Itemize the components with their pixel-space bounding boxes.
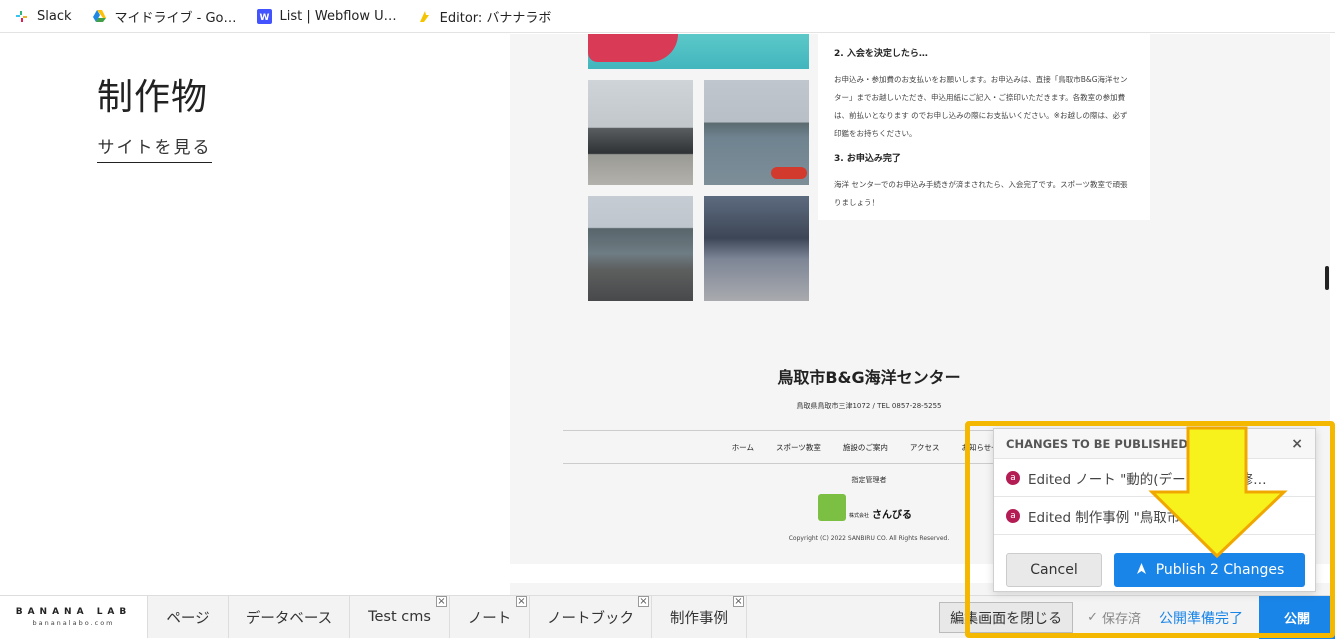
- page-title: 制作物: [97, 77, 209, 118]
- bookmark-slack[interactable]: Slack: [14, 9, 72, 24]
- close-icon[interactable]: ×: [436, 596, 447, 607]
- brand-name: BANANA LAB: [15, 607, 132, 617]
- close-icon[interactable]: ×: [638, 596, 649, 607]
- editor-toolbar: BANANA LAB bananalabo.com ページ データベース Tes…: [0, 595, 1335, 639]
- editor-icon: [417, 9, 432, 24]
- brand-logo[interactable]: BANANA LAB bananalabo.com: [0, 596, 148, 638]
- bookmark-label: マイドライブ - Go…: [114, 10, 237, 26]
- card-heading: 2. 入会を決定したら…: [834, 49, 928, 59]
- check-icon: ✓: [1087, 610, 1098, 625]
- tab-label: ページ: [166, 610, 210, 627]
- change-item: a Edited 制作事例 "鳥取市B…ー": [994, 497, 1315, 535]
- bookmarks-bar: Slack マイドライブ - Go… W List | Webflow U… E…: [0, 0, 1335, 33]
- photo-boathouse: [588, 80, 693, 185]
- svg-text:W: W: [259, 13, 269, 23]
- popover-actions: Cancel Publish 2 Changes: [1006, 553, 1305, 587]
- tab-pages[interactable]: ページ: [148, 596, 229, 638]
- change-item-label: Edited ノート "動的(データ…ジの修…: [1028, 471, 1267, 488]
- bookmark-editor[interactable]: Editor: バナナラボ: [417, 7, 552, 26]
- tab-label: データベース: [245, 610, 333, 627]
- footer-title: 鳥取市B&G海洋センター: [777, 368, 961, 387]
- bookmark-label: Slack: [37, 8, 72, 24]
- publish-ready-status[interactable]: 公開準備完了: [1159, 608, 1243, 628]
- tab-label: ノートブック: [547, 610, 634, 627]
- footer-nav-item[interactable]: スポーツ教室: [776, 442, 821, 453]
- footer-nav-item[interactable]: アクセス: [910, 442, 940, 453]
- tab-label: ノート: [467, 610, 512, 627]
- logo-text: さんびる: [872, 510, 913, 521]
- photo-lake-kayaks: [704, 80, 809, 185]
- logo-small-text: 株式会社: [849, 513, 870, 519]
- footer-nav-item[interactable]: ホーム: [732, 442, 754, 453]
- close-editor-button[interactable]: 編集画面を閉じる: [939, 602, 1074, 633]
- publish-changes-popover: CHANGES TO BE PUBLISHED: × a Edited ノート …: [993, 428, 1316, 592]
- close-icon[interactable]: ×: [516, 596, 527, 607]
- bookmark-label: Editor: バナナラボ: [439, 10, 552, 26]
- tab-label: Test cms: [368, 609, 431, 625]
- tab-database[interactable]: データベース: [229, 596, 350, 638]
- save-status-label: 保存済: [1101, 612, 1141, 627]
- publish-changes-button[interactable]: Publish 2 Changes: [1114, 553, 1305, 587]
- publish-icon: [1135, 562, 1148, 579]
- footer-address: 鳥取県鳥取市三津1072 / TEL 0857-28-5255: [796, 402, 942, 410]
- toolbar-actions: 編集画面を閉じる ✓ 保存済 公開準備完了 公開: [939, 596, 1335, 639]
- scrollbar-thumb[interactable]: [1325, 266, 1329, 290]
- card-text: 海洋 センターでのお申込み手続きが済まされたら、入会完了です。スポーツ教室で頑張…: [834, 180, 1128, 207]
- tab-note[interactable]: ノート ×: [450, 596, 530, 638]
- webflow-icon: W: [256, 8, 272, 24]
- tab-label: 制作事例: [670, 610, 728, 627]
- slack-icon: [14, 9, 29, 24]
- close-icon[interactable]: ×: [733, 596, 744, 607]
- photo-warehouse: [704, 196, 809, 301]
- tab-works[interactable]: 制作事例 ×: [652, 596, 747, 638]
- card-text: お申込み・参加費のお支払いをお願いします。お申込みは、直接「鳥取市B&G海洋セン…: [834, 75, 1128, 138]
- logo-mark-icon: [818, 494, 846, 521]
- sanbiru-logo: 株式会社 さんびる: [818, 494, 912, 521]
- avatar-badge-icon: a: [1006, 470, 1020, 485]
- photo-kayak: [588, 34, 809, 69]
- bookmark-google-drive[interactable]: マイドライブ - Go…: [92, 7, 237, 26]
- bookmark-label: List | Webflow U…: [279, 8, 397, 24]
- change-item: a Edited ノート "動的(データ…ジの修…: [994, 459, 1315, 497]
- popover-header: CHANGES TO BE PUBLISHED: ×: [994, 429, 1315, 459]
- publish-button[interactable]: 公開: [1259, 596, 1335, 639]
- change-item-label: Edited 制作事例 "鳥取市B…ー": [1028, 509, 1223, 526]
- photo-shore-children: [588, 196, 693, 301]
- avatar-badge-icon: a: [1006, 508, 1020, 523]
- view-site-link[interactable]: サイトを見る: [97, 133, 212, 163]
- tab-test-cms[interactable]: Test cms ×: [350, 596, 450, 638]
- tab-notebook[interactable]: ノートブック ×: [530, 596, 652, 638]
- card-heading: 3. お申込み完了: [834, 154, 901, 164]
- google-drive-icon: [92, 9, 107, 24]
- popover-title: CHANGES TO BE PUBLISHED:: [1006, 436, 1193, 451]
- bookmark-webflow[interactable]: W List | Webflow U…: [256, 8, 397, 24]
- publish-changes-label: Publish 2 Changes: [1155, 562, 1285, 578]
- footer-nav-item[interactable]: 施設のご案内: [843, 442, 888, 453]
- close-icon[interactable]: ×: [1291, 436, 1303, 452]
- save-status: ✓ 保存済: [1087, 608, 1141, 627]
- cancel-button[interactable]: Cancel: [1006, 553, 1102, 587]
- brand-url: bananalabo.com: [32, 619, 115, 627]
- info-card: 2. 入会を決定したら… お申込み・参加費のお支払いをお願いします。お申込みは、…: [818, 34, 1150, 220]
